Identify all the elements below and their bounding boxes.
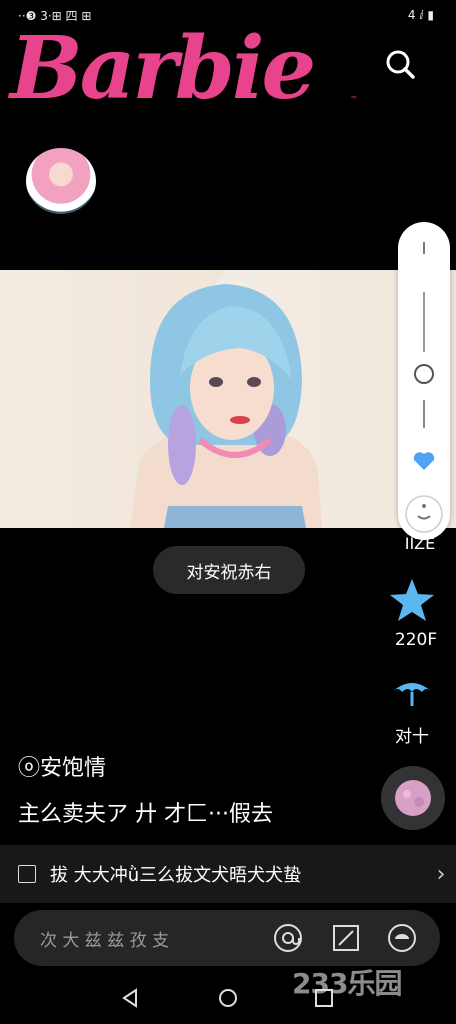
svg-text:™: ™ bbox=[350, 95, 358, 104]
side-slider-panel[interactable] bbox=[398, 222, 450, 540]
emoji-icon[interactable] bbox=[386, 922, 418, 954]
home-icon bbox=[219, 989, 237, 1007]
tag-pill[interactable]: 对安祝赤右 bbox=[153, 546, 305, 594]
checkbox-icon bbox=[18, 865, 36, 883]
search-icon[interactable] bbox=[380, 44, 420, 84]
doll-figure bbox=[130, 270, 456, 528]
system-nav-bar bbox=[122, 988, 333, 1008]
comment-bar[interactable]: 次 大 兹 兹 孜 支 bbox=[14, 910, 440, 966]
umbrella-icon[interactable] bbox=[388, 674, 436, 708]
image-icon[interactable] bbox=[330, 922, 362, 954]
hint-text: 拔 大大冲ǜ三么拔文犬晤犬犬蛰 bbox=[50, 865, 302, 886]
creator-avatar[interactable] bbox=[26, 148, 96, 214]
status-right: 4 ⅈ ▮ bbox=[407, 8, 434, 22]
slider-track[interactable] bbox=[398, 222, 450, 540]
music-disc-icon bbox=[395, 780, 431, 816]
post-image[interactable] bbox=[0, 270, 456, 528]
recents-icon bbox=[315, 989, 333, 1007]
umbrella-label: 对十 bbox=[395, 727, 429, 747]
mention-icon[interactable] bbox=[272, 922, 304, 954]
caption-title: ⓞ安饱情 bbox=[18, 756, 107, 781]
caption-body[interactable]: 主么卖夫ア 廾 才匚···假去 bbox=[18, 796, 273, 828]
star-count: 220F bbox=[394, 630, 438, 650]
star-icon[interactable] bbox=[388, 576, 436, 624]
back-icon bbox=[122, 988, 137, 1008]
svg-text:Barbie: Barbie bbox=[8, 20, 314, 110]
comment-input[interactable]: 次 大 兹 兹 孜 支 bbox=[40, 926, 169, 951]
barbie-logo: Barbie ™ bbox=[8, 20, 358, 110]
music-disc-button[interactable] bbox=[381, 766, 445, 830]
like-count: IIZE bbox=[404, 534, 436, 553]
hint-bar[interactable]: 拔 大大冲ǜ三么拔文犬晤犬犬蛰 › bbox=[0, 845, 456, 903]
chevron-right-icon: › bbox=[436, 861, 446, 887]
